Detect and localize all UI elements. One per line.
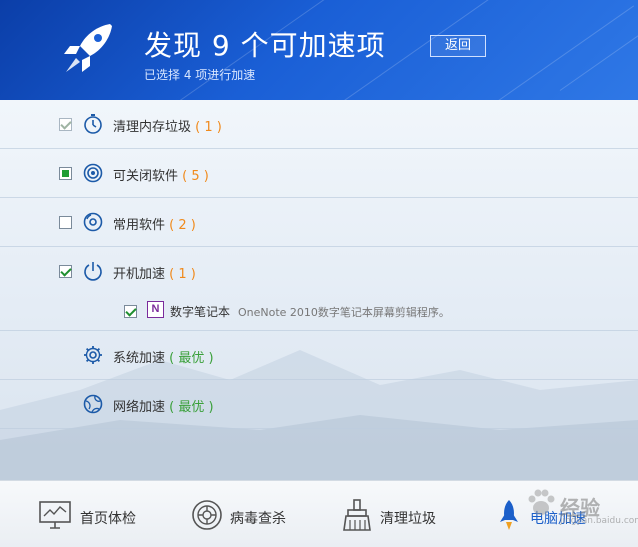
item-count: ( 1 ) — [195, 120, 222, 135]
item-checkbox[interactable] — [59, 265, 72, 278]
item-status: ( 最优 ) — [169, 400, 214, 415]
item-label: 系统加速 — [113, 351, 166, 366]
startup-subitem: N 数字笔记本 OneNote 2010数字笔记本屏幕剪辑程序。 — [0, 297, 638, 331]
speedup-list: 清理内存垃圾 ( 1 ) 可关闭软件 ( 5 ) 常用软件 ( 2 ) 开机加速… — [0, 100, 638, 480]
item-checkbox[interactable] — [59, 118, 72, 131]
list-item: 可关闭软件 ( 5 ) — [0, 149, 638, 198]
broom-icon — [343, 499, 371, 531]
globe-icon — [83, 394, 103, 414]
subitem-checkbox[interactable] — [124, 305, 137, 318]
selection-summary: 已选择 4 项进行加速 — [144, 68, 256, 82]
header-banner: 发现 9 个可加速项 已选择 4 项进行加速 返回 — [0, 0, 638, 100]
nav-label: 首页体检 — [80, 511, 136, 527]
subitem-description: OneNote 2010数字笔记本屏幕剪辑程序。 — [238, 306, 450, 319]
nav-virus-scan[interactable]: 病毒查杀 — [190, 481, 310, 547]
rocket-logo-icon — [64, 24, 112, 72]
item-label: 可关闭软件 — [113, 169, 179, 184]
item-label: 常用软件 — [113, 218, 166, 233]
list-item: 系统加速 ( 最优 ) — [0, 331, 638, 380]
item-count: ( 1 ) — [169, 267, 196, 282]
list-item: 网络加速 ( 最优 ) — [0, 380, 638, 429]
onenote-app-icon: N — [147, 301, 164, 318]
monitor-icon — [39, 501, 71, 529]
nav-clean-junk[interactable]: 清理垃圾 — [340, 481, 460, 547]
list-item: 清理内存垃圾 ( 1 ) — [0, 100, 638, 149]
gear-icon — [84, 346, 102, 364]
list-item: 常用软件 ( 2 ) — [0, 198, 638, 247]
back-button[interactable]: 返回 — [430, 35, 486, 57]
subitem-name: 数字笔记本 — [170, 305, 231, 319]
paw-logo-icon — [528, 489, 555, 515]
power-icon — [84, 262, 102, 281]
item-label: 清理内存垃圾 — [113, 120, 192, 135]
item-count: ( 5 ) — [182, 169, 209, 184]
item-label: 开机加速 — [113, 267, 166, 282]
page-title: 发现 9 个可加速项 — [144, 29, 386, 62]
stopwatch-icon — [84, 114, 102, 134]
disc-icon — [83, 212, 103, 232]
item-checkbox[interactable] — [59, 216, 72, 229]
nav-label: 清理垃圾 — [380, 511, 436, 527]
item-status: ( 最优 ) — [169, 351, 214, 366]
item-checkbox[interactable] — [59, 167, 72, 180]
item-label: 网络加速 — [113, 400, 166, 415]
nav-label: 病毒查杀 — [230, 511, 286, 527]
watermark-url: jingyan.baidu.com — [560, 516, 638, 526]
nav-home-checkup[interactable]: 首页体检 — [38, 481, 158, 547]
list-item: 开机加速 ( 1 ) — [0, 247, 638, 296]
item-count: ( 2 ) — [169, 218, 196, 233]
target-icon — [83, 163, 103, 183]
crosshair-icon — [192, 500, 222, 530]
watermark: 经验 jingyan.baidu.com — [520, 482, 638, 530]
